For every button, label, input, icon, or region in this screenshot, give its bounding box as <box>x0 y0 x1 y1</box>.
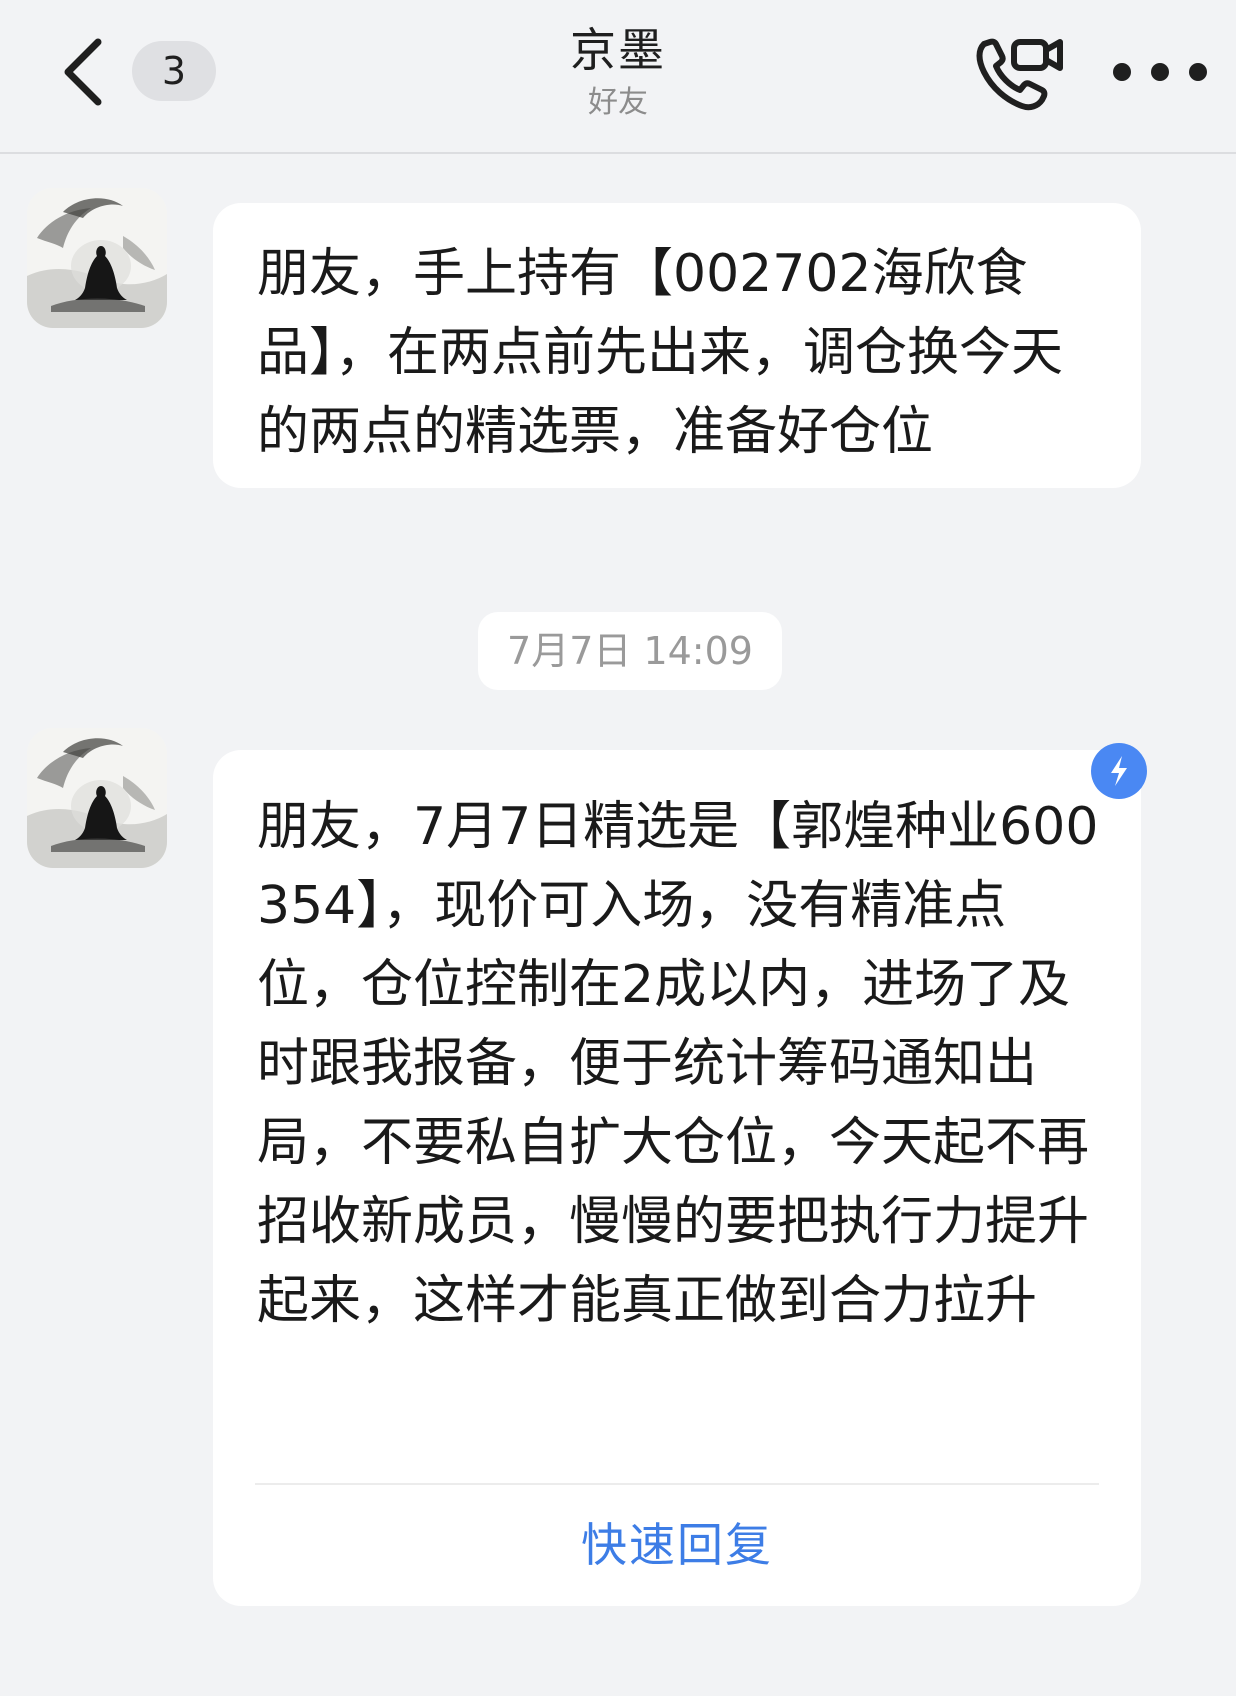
contact-relation: 好友 <box>588 85 648 120</box>
video-call-icon[interactable] <box>970 30 1066 114</box>
chat-title: 京墨 好友 <box>418 18 818 124</box>
unread-count-badge[interactable]: 3 <box>132 41 216 101</box>
chevron-left-icon[interactable] <box>58 34 118 110</box>
ink-painting-avatar[interactable] <box>27 728 167 868</box>
message-bubble[interactable]: 朋友，手上持有【002702海欣食品】，在两点前先出来，调仓换今天的两点的精选票… <box>213 203 1141 488</box>
more-dots-icon[interactable] <box>1110 56 1220 88</box>
timestamp-chip: 7月7日 14:09 <box>478 612 782 690</box>
divider <box>255 1483 1099 1485</box>
message-bubble[interactable]: 朋友，7月7日精选是【郭煌种业600354】，现价可入场，没有精准点位，仓位控制… <box>213 750 1141 1606</box>
chat-header: 3 京墨 好友 <box>0 0 1236 154</box>
ink-painting-avatar[interactable] <box>27 188 167 328</box>
quick-reply-button[interactable]: 快速回复 <box>213 1495 1141 1595</box>
message-text: 朋友，7月7日精选是【郭煌种业600354】，现价可入场，没有精准点位，仓位控制… <box>257 797 1099 1331</box>
message-text: 朋友，手上持有【002702海欣食品】，在两点前先出来，调仓换今天的两点的精选票… <box>257 244 1064 462</box>
flash-icon <box>1091 743 1147 799</box>
contact-name: 京墨 <box>570 23 666 77</box>
